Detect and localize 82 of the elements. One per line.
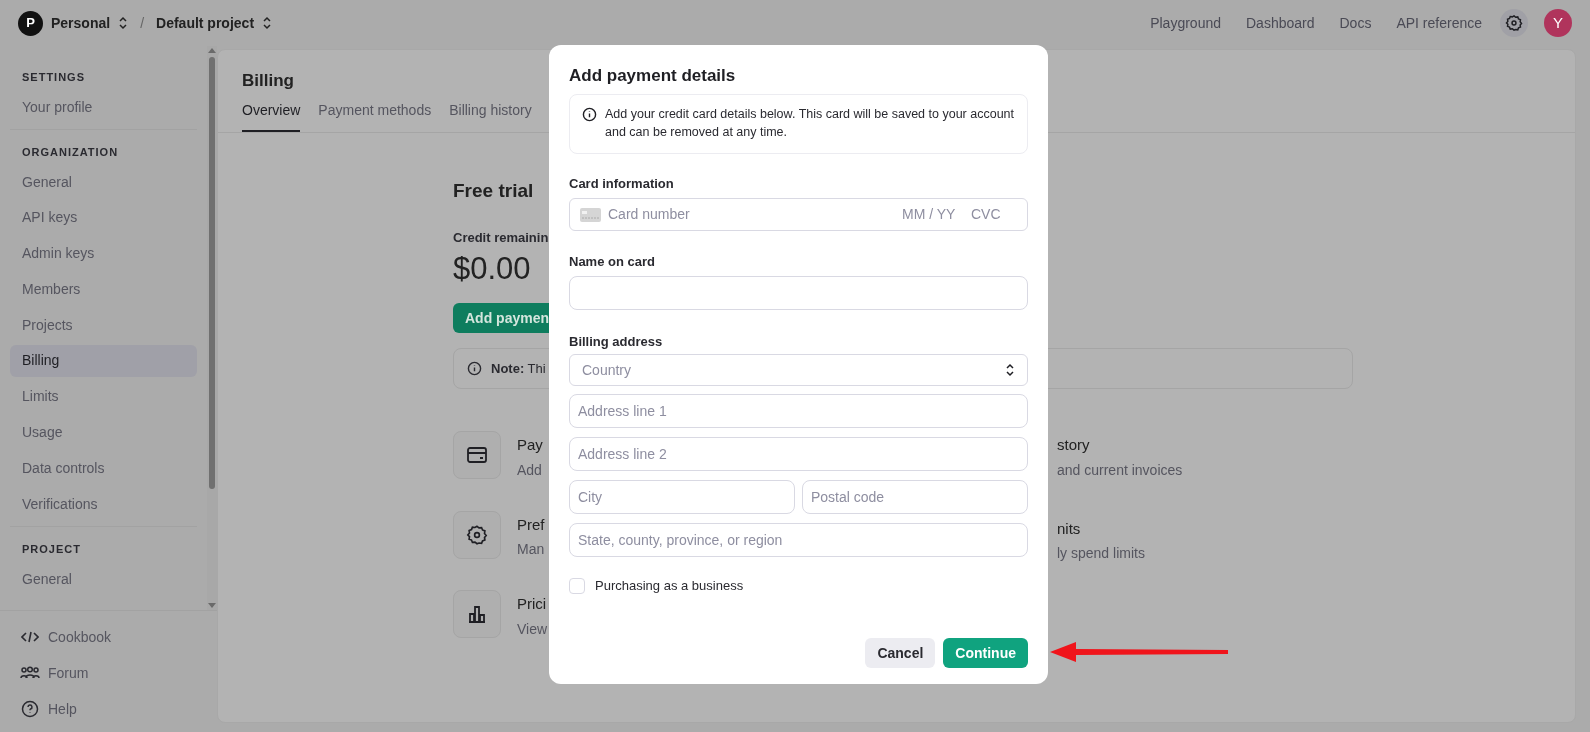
sidebar-item[interactable]: Admin keys: [10, 237, 197, 270]
section-heading: ORGANIZATION: [21, 145, 120, 160]
settings-icon: [1505, 14, 1523, 32]
card-description: ly spend limits: [1057, 544, 1146, 563]
address-field[interactable]: City: [569, 480, 795, 514]
name-field[interactable]: [569, 276, 1028, 310]
nav-link[interactable]: API reference: [1396, 12, 1482, 34]
address-field[interactable]: State, county, province, or region: [569, 523, 1028, 557]
card-title: story: [1057, 435, 1091, 455]
sidebar-item[interactable]: General: [10, 166, 197, 198]
card-description: Man: [517, 540, 545, 559]
info-text: Add your credit card details below. This card will be saved to your account and can be removed at any time.: [605, 106, 1015, 141]
card-title: Pay: [517, 435, 543, 455]
sidebar-item[interactable]: Verifications: [10, 488, 197, 521]
bar-chart-icon: [466, 603, 488, 625]
project-switcher[interactable]: Default project: [156, 12, 273, 34]
card-title: nits: [1057, 518, 1082, 539]
org-switcher[interactable]: Personal: [51, 12, 129, 34]
country-select[interactable]: Country: [569, 354, 1028, 386]
checkbox-label: Purchasing as a business: [595, 577, 744, 595]
address-field[interactable]: Address line 1: [569, 394, 1028, 428]
org-avatar[interactable]: P: [18, 10, 43, 36]
help-icon: [21, 700, 39, 718]
sidebar-item[interactable]: General: [10, 563, 197, 596]
tab[interactable]: Overview: [242, 100, 301, 132]
chevron-updown-icon: [118, 16, 129, 30]
dialog-title: Add payment details: [569, 65, 737, 85]
cvc-input[interactable]: CVC: [971, 204, 1011, 225]
tab[interactable]: Payment methods: [318, 100, 432, 132]
nav-link[interactable]: Docs: [1339, 12, 1372, 34]
field-label: Card information: [569, 175, 675, 193]
info-icon: [467, 361, 482, 376]
settings-button[interactable]: [1500, 9, 1528, 37]
sidebar-item[interactable]: API keys: [10, 201, 197, 234]
chevron-updown-icon: [262, 16, 273, 30]
section-heading: SETTINGS: [21, 70, 86, 85]
plan-title: Free trial: [453, 179, 534, 203]
tab[interactable]: Billing history: [449, 100, 532, 132]
scroll-up-icon: [208, 48, 216, 53]
card-title: Prici: [517, 594, 548, 614]
card-description: Add: [517, 460, 543, 480]
scroll-down-icon: [208, 603, 216, 608]
field-label: Name on card: [569, 253, 656, 271]
info-icon: [582, 107, 597, 122]
card-number-input[interactable]: Card number: [608, 204, 895, 225]
settings-icon: [466, 523, 488, 546]
credit-label: Credit remainin: [453, 228, 549, 247]
footer-link[interactable]: Help: [20, 691, 197, 727]
sidebar-item[interactable]: Limits: [10, 380, 197, 413]
address-field[interactable]: Postal code: [802, 480, 1028, 514]
user-avatar[interactable]: Y: [1544, 9, 1572, 37]
note-text: Note: Thi: [491, 359, 546, 378]
sidebar-item[interactable]: Projects: [10, 309, 197, 342]
nav-link[interactable]: Dashboard: [1246, 12, 1315, 34]
card-description: and current invoices: [1057, 460, 1183, 480]
cancel-button[interactable]: Cancel: [865, 638, 936, 668]
footer-link[interactable]: Forum: [20, 655, 197, 691]
checkbox[interactable]: [569, 577, 585, 594]
section-heading: PROJECT: [21, 542, 82, 558]
credit-card-icon: [580, 207, 601, 222]
sidebar-item[interactable]: Data controls: [10, 452, 197, 485]
code-icon: [21, 630, 39, 644]
nav-link[interactable]: Playground: [1150, 12, 1221, 34]
footer-link[interactable]: Cookbook: [20, 619, 197, 655]
chevron-updown-icon: [1005, 363, 1015, 377]
address-field[interactable]: Address line 2: [569, 437, 1028, 471]
breadcrumb-separator: /: [140, 13, 145, 33]
expiry-input[interactable]: MM / YY: [902, 204, 964, 225]
sidebar-item[interactable]: Your profile: [10, 91, 197, 123]
card-field[interactable]: Card number MM / YY CVC: [569, 198, 1028, 231]
card-description: View: [517, 619, 548, 639]
sidebar-item[interactable]: Members: [10, 273, 197, 306]
page-title: Billing: [242, 70, 294, 92]
sidebar-item[interactable]: Usage: [10, 416, 197, 449]
field-label: Billing address: [569, 333, 664, 351]
continue-button[interactable]: Continue: [943, 638, 1028, 668]
credit-card-icon: [466, 446, 488, 464]
card-title: Pref: [517, 514, 545, 535]
credit-amount: $0.00: [453, 250, 531, 288]
people-icon: [20, 666, 40, 680]
sidebar-item[interactable]: Billing: [10, 345, 197, 377]
arrow-icon: [1050, 641, 1230, 663]
